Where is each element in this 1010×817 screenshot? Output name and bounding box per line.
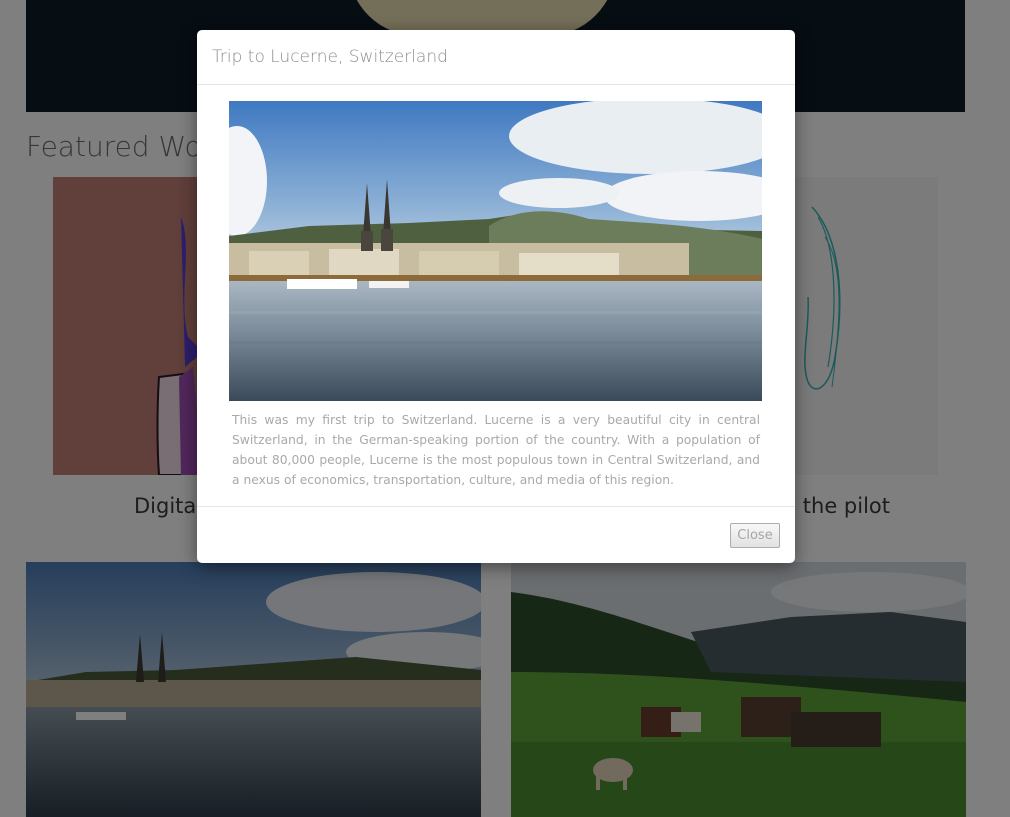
close-button[interactable]: Close bbox=[730, 523, 780, 548]
modal-footer: Close bbox=[197, 506, 795, 564]
modal-description: This was my first trip to Switzerland. L… bbox=[232, 413, 760, 487]
modal-title: Trip to Lucerne, Switzerland bbox=[212, 47, 448, 67]
photo-modal: Trip to Lucerne, Switzerland This was my… bbox=[197, 30, 795, 563]
modal-header: Trip to Lucerne, Switzerland bbox=[197, 30, 795, 85]
modal-photo-lucerne bbox=[229, 101, 762, 401]
